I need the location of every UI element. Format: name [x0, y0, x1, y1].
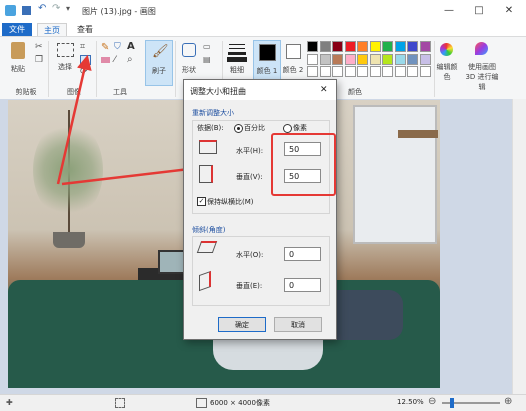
cursor-position-icon: ✚: [6, 398, 13, 407]
vertical-resize-icon: [199, 165, 213, 183]
selection-size-icon: [115, 398, 125, 408]
dialog-title: 调整大小和扭曲: [190, 87, 246, 96]
skew-vertical-input[interactable]: 0: [284, 278, 321, 292]
dialog-title-bar: 调整大小和扭曲 ✕: [184, 80, 336, 100]
resize-group-title: 重新调整大小: [192, 109, 234, 117]
zoom-out-button[interactable]: ⊖: [428, 396, 436, 407]
horizontal-resize-icon: [199, 140, 217, 154]
keep-ratio-checkbox[interactable]: ✓: [197, 197, 206, 206]
pixels-label: 像素: [293, 124, 307, 132]
ok-button[interactable]: 确定: [218, 317, 266, 332]
annotation-arrow-to-resize: [56, 54, 92, 185]
horizontal-label: 水平(H):: [236, 147, 264, 155]
image-size-icon: [196, 398, 207, 408]
resize-skew-dialog: 调整大小和扭曲 ✕ 重新调整大小 依据(B): 百分比 像素 水平(H): 50…: [183, 79, 337, 340]
cancel-button[interactable]: 取消: [274, 317, 322, 332]
vertical-scrollbar[interactable]: [512, 99, 526, 394]
pixels-radio[interactable]: [283, 124, 292, 133]
by-label: 依据(B):: [197, 124, 224, 132]
zoom-slider-thumb[interactable]: [449, 398, 454, 408]
radio-dot: [237, 127, 240, 130]
status-bar: ✚ 6000 × 4000像素 12.50% ⊖ ⊕: [0, 394, 526, 411]
skew-horizontal-label: 水平(O):: [236, 251, 264, 259]
skew-group-title: 倾斜(角度): [192, 226, 226, 234]
zoom-in-button[interactable]: ⊕: [504, 396, 512, 407]
zoom-level: 12.50%: [397, 398, 424, 406]
skew-vertical-label: 垂直(E):: [236, 282, 263, 290]
keep-ratio-label: 保持纵横比(M): [207, 198, 254, 206]
vertical-label: 垂直(V):: [236, 173, 263, 181]
annotation-highlight-box: [271, 133, 336, 196]
dialog-close-button[interactable]: ✕: [320, 85, 328, 95]
percent-radio[interactable]: [234, 124, 243, 133]
percent-label: 百分比: [244, 124, 265, 132]
skew-horizontal-input[interactable]: 0: [284, 247, 321, 261]
image-dimensions: 6000 × 4000像素: [210, 399, 270, 407]
